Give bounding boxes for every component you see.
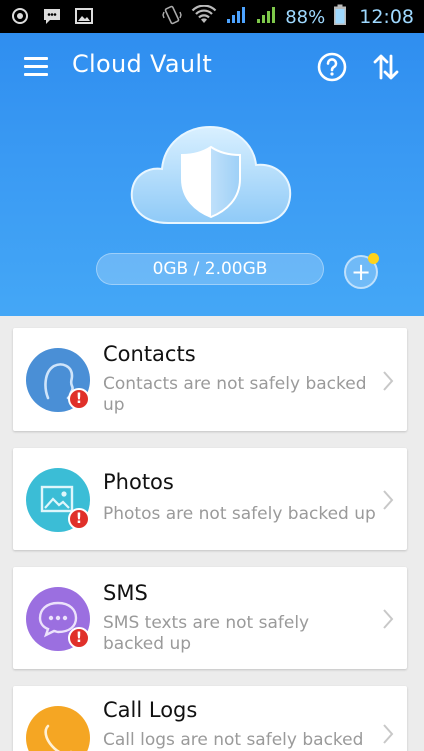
warning-icon: ! <box>68 508 90 530</box>
storage-usage: 0GB / 2.00GB <box>96 253 324 285</box>
chevron-right-icon <box>383 490 394 510</box>
contacts-icon-wrap: ! <box>26 348 90 412</box>
card-description: Contacts are not safely backed up <box>103 374 367 415</box>
status-notification-icons <box>10 6 94 26</box>
card-title: Photos <box>103 470 174 494</box>
menu-icon[interactable] <box>24 57 48 77</box>
status-system-icons: 88% 12:08 <box>161 4 414 30</box>
phone-icon <box>26 706 90 751</box>
card-description: Photos are not safely backed up <box>103 504 376 524</box>
vibrate-icon <box>161 4 183 30</box>
signal-icon-2 <box>255 5 277 29</box>
clock: 12:08 <box>359 6 414 28</box>
transfer-icon[interactable] <box>372 52 400 82</box>
battery-percent: 88% <box>285 6 326 28</box>
card-description: SMS texts are not safely backed up <box>103 613 310 654</box>
app-header: Cloud Vault 0GB / 2.00GB + <box>0 33 424 316</box>
chevron-right-icon <box>383 609 394 629</box>
wifi-icon <box>191 4 217 29</box>
chevron-right-icon <box>383 371 394 391</box>
notification-dot <box>368 253 379 264</box>
sync-notification-icon <box>10 6 30 26</box>
image-notification-icon <box>74 6 94 26</box>
warning-icon: ! <box>68 627 90 649</box>
photos-icon-wrap: ! <box>26 468 90 532</box>
backup-card-photos[interactable]: ! Photos Photos are not safely backed up <box>13 448 407 550</box>
call-logs-icon-wrap <box>26 706 90 751</box>
app-title: Cloud Vault <box>72 50 213 78</box>
card-title: Contacts <box>103 342 196 366</box>
card-title: SMS <box>103 581 148 605</box>
message-notification-icon <box>42 6 62 26</box>
status-bar: 88% 12:08 <box>0 0 424 33</box>
backup-card-call-logs[interactable]: Call Logs Call logs are not safely backe… <box>13 686 407 751</box>
signal-icon-1 <box>225 5 247 29</box>
help-icon[interactable] <box>316 51 348 83</box>
chevron-right-icon <box>383 724 394 744</box>
backup-card-contacts[interactable]: ! Contacts Contacts are not safely backe… <box>13 328 407 431</box>
card-title: Call Logs <box>103 698 198 722</box>
sms-icon-wrap: ! <box>26 587 90 651</box>
battery-icon <box>333 4 347 30</box>
cloud-shield-icon <box>128 119 294 229</box>
backup-card-sms[interactable]: ! SMS SMS texts are not safely backed up <box>13 567 407 669</box>
warning-icon: ! <box>68 388 90 410</box>
card-description: Call logs are not safely backed <box>103 730 364 750</box>
